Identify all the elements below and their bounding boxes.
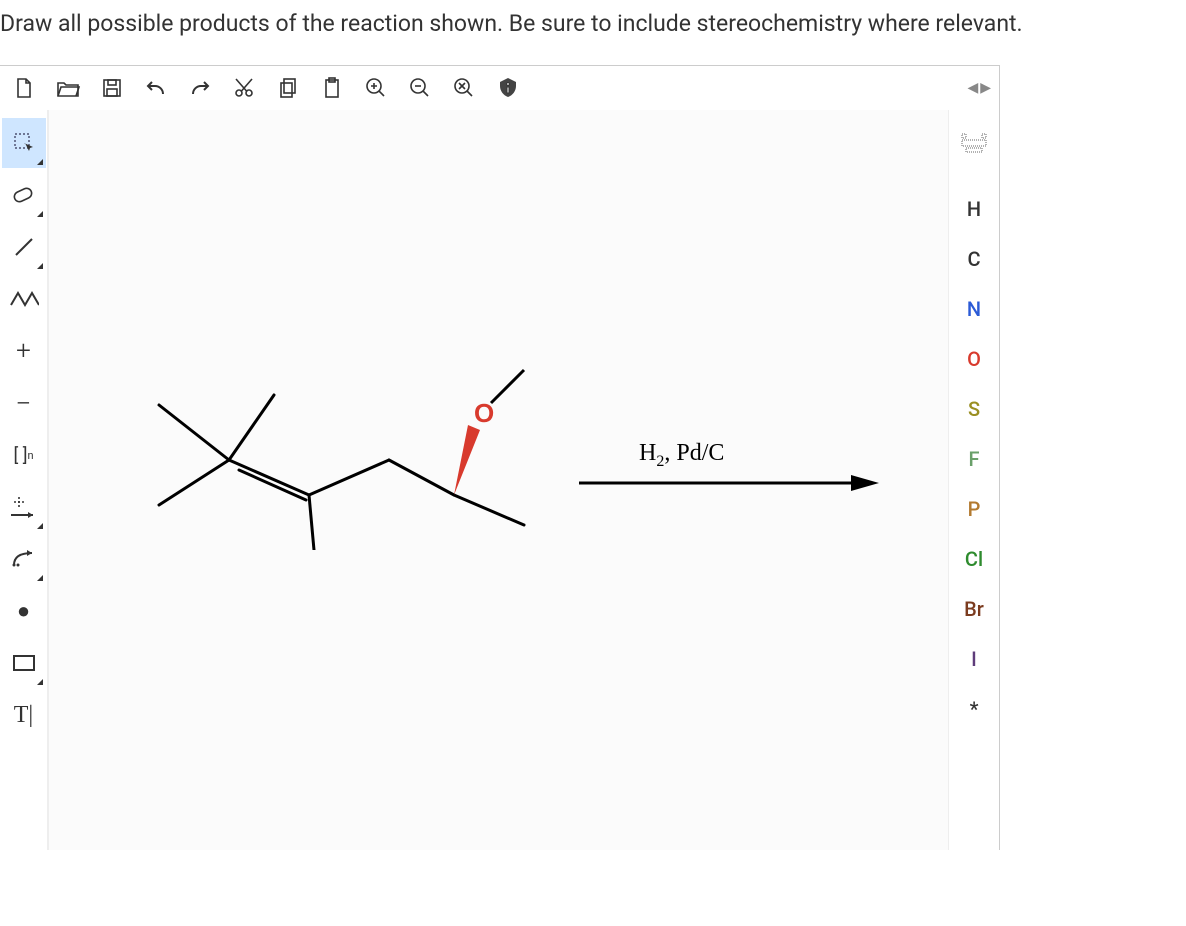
- top-toolbar: ◀ ▶: [0, 66, 999, 110]
- copy-button[interactable]: [266, 66, 310, 110]
- paste-button[interactable]: [310, 66, 354, 110]
- question-text: Draw all possible products of the reacti…: [0, 0, 1186, 65]
- bracket-tool[interactable]: [ ]n: [2, 430, 46, 480]
- redo-button[interactable]: [178, 66, 222, 110]
- right-toolbar: HCNOSFPClBrI*: [949, 110, 999, 850]
- save-button[interactable]: [90, 66, 134, 110]
- periodic-table-button[interactable]: [951, 118, 997, 168]
- eraser-tool[interactable]: [2, 170, 46, 220]
- chevron-left-icon: ◀: [967, 80, 978, 96]
- reaction-arrow: [579, 473, 879, 477]
- structure-editor: ◀ ▶ + − [ ]n: [0, 65, 1000, 850]
- element-c[interactable]: C: [951, 234, 997, 284]
- panel-nav[interactable]: ◀ ▶: [967, 80, 997, 96]
- selection-tool[interactable]: [2, 118, 46, 168]
- element-i[interactable]: I: [951, 634, 997, 684]
- element-o[interactable]: O: [951, 334, 997, 384]
- element-p[interactable]: P: [951, 484, 997, 534]
- reaction-plus-tool[interactable]: [2, 482, 46, 532]
- shape-tool[interactable]: [2, 638, 46, 688]
- open-button[interactable]: [46, 66, 90, 110]
- element-n[interactable]: N: [951, 284, 997, 334]
- element-wildcard[interactable]: *: [951, 684, 997, 734]
- element-s[interactable]: S: [951, 384, 997, 434]
- chain-tool[interactable]: [2, 274, 46, 324]
- arrow-tool[interactable]: [2, 534, 46, 584]
- new-button[interactable]: [2, 66, 46, 110]
- info-button[interactable]: [486, 66, 530, 110]
- zoom-in-button[interactable]: [354, 66, 398, 110]
- element-cl[interactable]: Cl: [951, 534, 997, 584]
- zoom-reset-button[interactable]: [442, 66, 486, 110]
- zoom-out-button[interactable]: [398, 66, 442, 110]
- element-h[interactable]: H: [951, 184, 997, 234]
- charge-plus-tool[interactable]: +: [2, 326, 46, 376]
- reaction-reagent-label: H2, Pd/C: [639, 440, 724, 471]
- element-f[interactable]: F: [951, 434, 997, 484]
- top-toolbar-left: [2, 66, 530, 110]
- single-bond-tool[interactable]: [2, 222, 46, 272]
- cut-button[interactable]: [222, 66, 266, 110]
- drawing-canvas[interactable]: O H2, Pd/C: [48, 110, 949, 850]
- element-br[interactable]: Br: [951, 584, 997, 634]
- text-tool[interactable]: T|: [2, 690, 46, 740]
- undo-button[interactable]: [134, 66, 178, 110]
- reactant-molecule: O: [109, 330, 529, 550]
- charge-minus-tool[interactable]: −: [2, 378, 46, 428]
- chevron-right-icon: ▶: [980, 80, 991, 96]
- radical-tool[interactable]: ●: [2, 586, 46, 636]
- left-toolbar: + − [ ]n ● T: [0, 110, 48, 850]
